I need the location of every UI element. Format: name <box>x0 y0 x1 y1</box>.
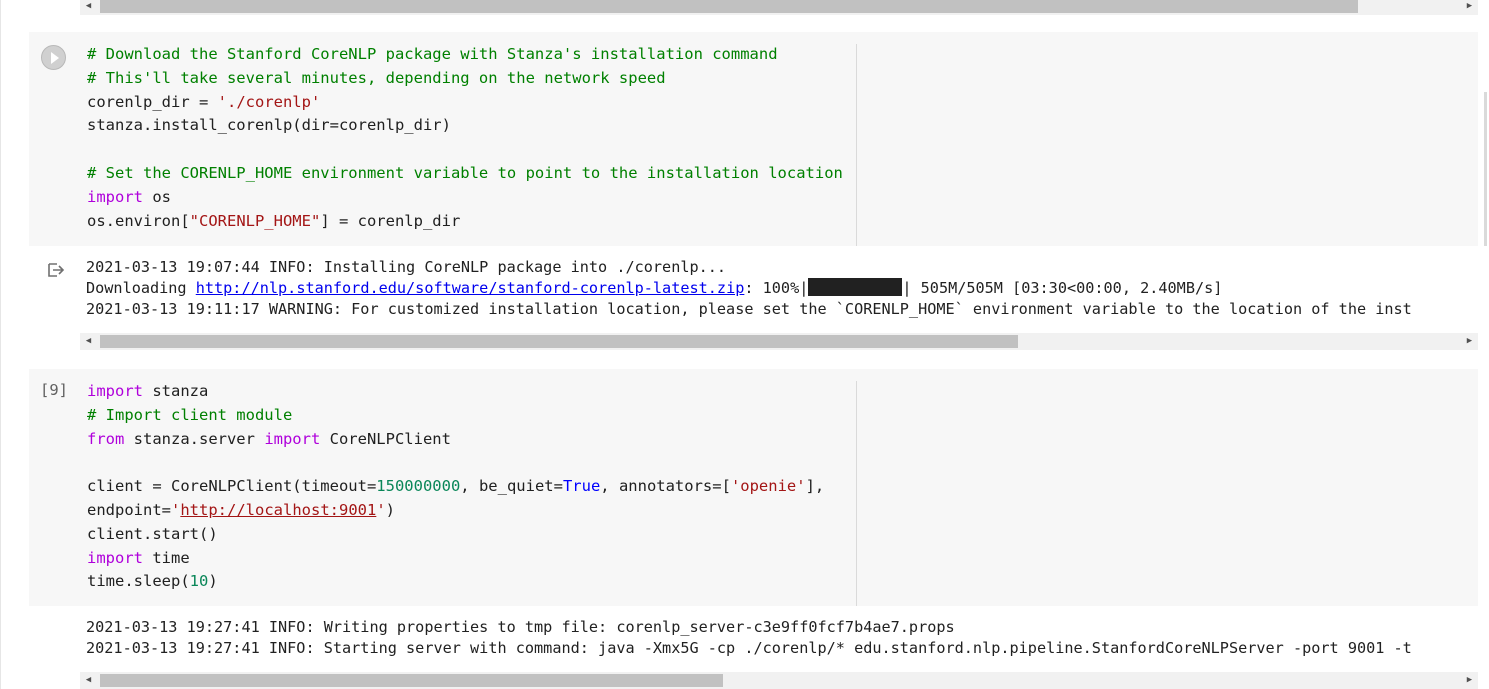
scroll-right-arrow-icon[interactable]: ▶ <box>1461 333 1478 350</box>
scroll-left-arrow-icon[interactable]: ◀ <box>80 672 97 689</box>
code-line: # This'll take several minutes, dependin… <box>87 68 666 87</box>
endpoint-url[interactable]: http://localhost:9001 <box>180 501 376 519</box>
scroll-right-arrow-icon[interactable]: ▶ <box>1461 0 1478 15</box>
download-progress-bar <box>808 278 903 296</box>
scrollbar-thumb[interactable] <box>100 674 723 687</box>
line-length-ruler <box>856 381 857 606</box>
output-line: 2021-03-13 19:27:41 INFO: Starting serve… <box>86 639 1412 657</box>
output-redirect-icon[interactable] <box>46 260 66 280</box>
code-line: stanza.install_corenlp(dir=corenlp_dir) <box>87 116 451 135</box>
top-output-hscrollbar[interactable]: ◀ ▶ <box>80 0 1478 15</box>
code-line: # Download the Stanford CoreNLP package … <box>87 45 778 63</box>
line-length-ruler <box>856 44 857 246</box>
cell2-output-hscrollbar[interactable]: ◀ ▶ <box>80 672 1478 689</box>
page-left-border <box>0 0 1 689</box>
download-link[interactable]: http://nlp.stanford.edu/software/stanfor… <box>196 279 745 297</box>
cell1-code-editor[interactable]: # Download the Stanford CoreNLP package … <box>87 43 843 233</box>
code-line: endpoint='http://localhost:9001') <box>87 500 395 519</box>
code-line: client.start() <box>87 524 218 543</box>
cell1-output: 2021-03-13 19:07:44 INFO: Installing Cor… <box>86 257 1479 320</box>
code-line: time.sleep(10) <box>87 572 218 591</box>
cell1-output-hscrollbar[interactable]: ◀ ▶ <box>80 333 1478 350</box>
scroll-left-arrow-icon[interactable]: ◀ <box>80 0 97 15</box>
cell2-code-editor[interactable]: import stanza # Import client module fro… <box>87 380 824 594</box>
page-scrollbar-thumb[interactable] <box>1484 92 1487 246</box>
scrollbar-thumb[interactable] <box>100 335 1018 348</box>
output-line: 2021-03-13 19:07:44 INFO: Installing Cor… <box>86 258 727 276</box>
output-line: 2021-03-13 19:11:17 WARNING: For customi… <box>86 300 1412 318</box>
output-line-download: Downloading http://nlp.stanford.edu/soft… <box>86 278 1223 297</box>
code-line: from stanza.server import CoreNLPClient <box>87 429 451 448</box>
code-line: client = CoreNLPClient(timeout=150000000… <box>87 477 825 496</box>
code-line: import time <box>87 548 190 567</box>
cell2-output: 2021-03-13 19:27:41 INFO: Writing proper… <box>86 617 1479 659</box>
output-line: 2021-03-13 19:27:41 INFO: Writing proper… <box>86 618 955 636</box>
play-circle-icon[interactable] <box>41 45 66 70</box>
code-line: # Set the CORENLP_HOME environment varia… <box>87 163 843 182</box>
code-line: os.environ["CORENLP_HOME"] = corenlp_dir <box>87 211 461 230</box>
code-line: import os <box>87 187 171 206</box>
execution-count: [9] <box>40 381 68 399</box>
scrollbar-thumb[interactable] <box>100 0 1358 13</box>
code-line: # Import client module <box>87 405 293 424</box>
code-line: corenlp_dir = './corenlp' <box>87 92 321 111</box>
scroll-left-arrow-icon[interactable]: ◀ <box>80 333 97 350</box>
scroll-right-arrow-icon[interactable]: ▶ <box>1461 672 1478 689</box>
code-line: import stanza <box>87 382 209 400</box>
